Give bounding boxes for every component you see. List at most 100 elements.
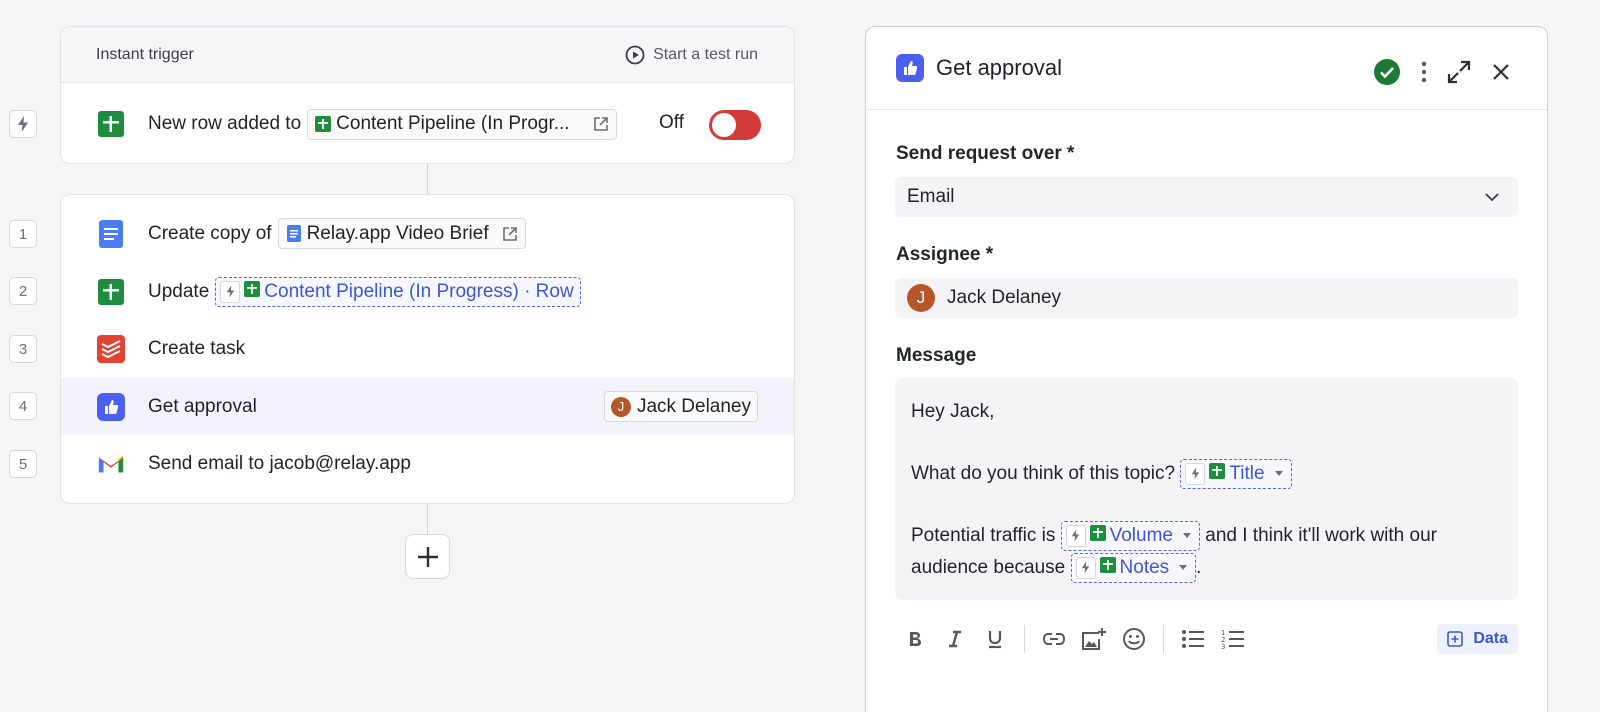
insert-data-label: Data xyxy=(1473,630,1508,647)
assignee-chip[interactable]: J Jack Delaney xyxy=(603,391,758,422)
add-image-icon[interactable] xyxy=(1079,624,1109,654)
step-text: Update xyxy=(148,280,210,302)
message-line: Hey Jack, xyxy=(911,401,995,422)
plus-square-icon xyxy=(1447,631,1464,647)
add-step-button[interactable] xyxy=(405,534,450,579)
assignee-label: Assignee * xyxy=(896,244,994,265)
bolt-icon xyxy=(1075,556,1096,579)
google-sheets-icon xyxy=(97,110,125,138)
bulleted-list-icon[interactable] xyxy=(1178,624,1208,654)
message-label: Message xyxy=(896,345,977,366)
send-request-select[interactable]: Email xyxy=(895,177,1518,217)
step-number: 1 xyxy=(9,220,37,248)
step-row-get-approval[interactable]: Get approval J Jack Delaney xyxy=(61,378,794,435)
message-line: audience because Notes . xyxy=(911,552,1502,584)
insert-data-button[interactable]: Data xyxy=(1437,624,1518,654)
trigger-card[interactable]: Instant trigger Start a test run New row… xyxy=(60,26,795,164)
google-docs-icon xyxy=(97,219,125,248)
trigger-title: Instant trigger xyxy=(96,45,194,63)
caret-down-icon xyxy=(1182,533,1191,539)
sheet-chip-label: Content Pipeline (In Progr... xyxy=(336,113,570,134)
todoist-icon xyxy=(97,334,125,363)
trigger-toggle[interactable] xyxy=(709,110,761,140)
step-detail-panel: Get approval Send request over * Email A… xyxy=(865,26,1548,712)
step-text: Send email to jacob@relay.app xyxy=(148,452,411,474)
bolt-icon xyxy=(220,280,241,303)
numbered-list-icon[interactable]: 123 xyxy=(1218,624,1248,654)
step-text: Create copy of xyxy=(148,222,272,244)
step-row-update[interactable]: Update Content Pipeline (In Progress) · … xyxy=(61,263,794,320)
avatar: J xyxy=(907,284,935,312)
bold-icon[interactable] xyxy=(900,624,930,654)
toggle-knob xyxy=(712,113,736,137)
volume-variable-chip[interactable]: Volume xyxy=(1060,520,1200,551)
sheet-row-data-chip[interactable]: Content Pipeline (In Progress) · Row xyxy=(215,276,581,307)
chevron-down-icon xyxy=(1484,189,1500,211)
italic-icon[interactable] xyxy=(940,624,970,654)
sheet-row-chip-label: Content Pipeline (In Progress) · Row xyxy=(264,280,574,302)
trigger-step-marker xyxy=(9,110,37,138)
send-request-label: Send request over * xyxy=(896,143,1075,164)
step-number: 3 xyxy=(9,335,37,363)
steps-card: Create copy of Relay.app Video Brief Upd… xyxy=(60,194,795,504)
external-link-icon[interactable] xyxy=(592,115,610,133)
notes-variable-chip[interactable]: Notes xyxy=(1070,552,1197,583)
message-text: What do you think of this topic? xyxy=(911,463,1176,484)
trigger-header: Instant trigger Start a test run xyxy=(61,27,794,83)
volume-variable-label: Volume xyxy=(1109,524,1173,546)
google-sheets-icon xyxy=(1099,554,1116,582)
step-row-send-email[interactable]: Send email to jacob@relay.app xyxy=(61,435,794,492)
emoji-icon[interactable] xyxy=(1119,624,1149,654)
message-line: What do you think of this topic? Title xyxy=(911,458,1502,490)
trigger-row[interactable]: New row added to Content Pipeline (In Pr… xyxy=(61,84,794,164)
step-text: Get approval xyxy=(148,395,257,417)
google-sheets-icon xyxy=(1209,460,1226,488)
panel-title: Get approval xyxy=(936,55,1062,80)
panel-header-actions xyxy=(1373,58,1511,91)
expand-icon[interactable] xyxy=(1447,60,1471,89)
step-number: 5 xyxy=(9,450,37,478)
step-number: 4 xyxy=(9,392,37,420)
assignee-chip-label: Jack Delaney xyxy=(636,395,751,417)
connector-line xyxy=(427,504,428,534)
approval-icon xyxy=(896,54,924,82)
message-text: . xyxy=(1196,557,1202,578)
step-row-create-copy[interactable]: Create copy of Relay.app Video Brief xyxy=(61,205,794,262)
message-text: and I think it'll work with our xyxy=(1205,525,1437,546)
bolt-icon xyxy=(1065,524,1086,547)
assignee-field[interactable]: J Jack Delaney xyxy=(895,278,1518,318)
step-row-create-task[interactable]: Create task xyxy=(61,320,794,377)
message-line: Potential traffic is Volume and I think … xyxy=(911,520,1502,552)
check-circle-icon xyxy=(1373,58,1401,91)
message-editor[interactable]: Hey Jack, What do you think of this topi… xyxy=(895,378,1518,600)
trigger-row-text: New row added to xyxy=(148,113,302,134)
formatting-toolbar: 123 Data xyxy=(900,624,1518,654)
svg-text:3: 3 xyxy=(1221,643,1225,650)
bolt-icon xyxy=(1185,462,1206,485)
underline-icon[interactable] xyxy=(980,624,1010,654)
external-link-icon[interactable] xyxy=(501,225,519,243)
avatar: J xyxy=(610,396,631,417)
title-variable-chip[interactable]: Title xyxy=(1180,458,1292,489)
start-test-run-button[interactable]: Start a test run xyxy=(625,45,758,65)
sheet-chip[interactable]: Content Pipeline (In Progr... xyxy=(307,108,617,140)
google-sheets-icon xyxy=(314,115,332,133)
doc-chip[interactable]: Relay.app Video Brief xyxy=(277,218,526,249)
assignee-value: Jack Delaney xyxy=(947,287,1062,308)
google-docs-icon xyxy=(285,225,303,243)
plus-icon xyxy=(417,546,438,567)
title-variable-label: Title xyxy=(1229,462,1265,484)
more-options-icon[interactable] xyxy=(1421,61,1427,88)
link-icon[interactable] xyxy=(1039,624,1069,654)
step-number: 2 xyxy=(9,277,37,305)
message-text: Potential traffic is xyxy=(911,525,1056,546)
caret-down-icon xyxy=(1274,471,1283,477)
toolbar-divider xyxy=(1024,625,1025,653)
google-sheets-icon xyxy=(244,280,261,303)
gmail-icon xyxy=(97,450,125,478)
approval-icon xyxy=(97,392,125,421)
play-circle-icon xyxy=(625,45,645,64)
toolbar-divider xyxy=(1163,625,1164,653)
start-test-run-label: Start a test run xyxy=(653,45,758,63)
close-icon[interactable] xyxy=(1491,62,1511,87)
